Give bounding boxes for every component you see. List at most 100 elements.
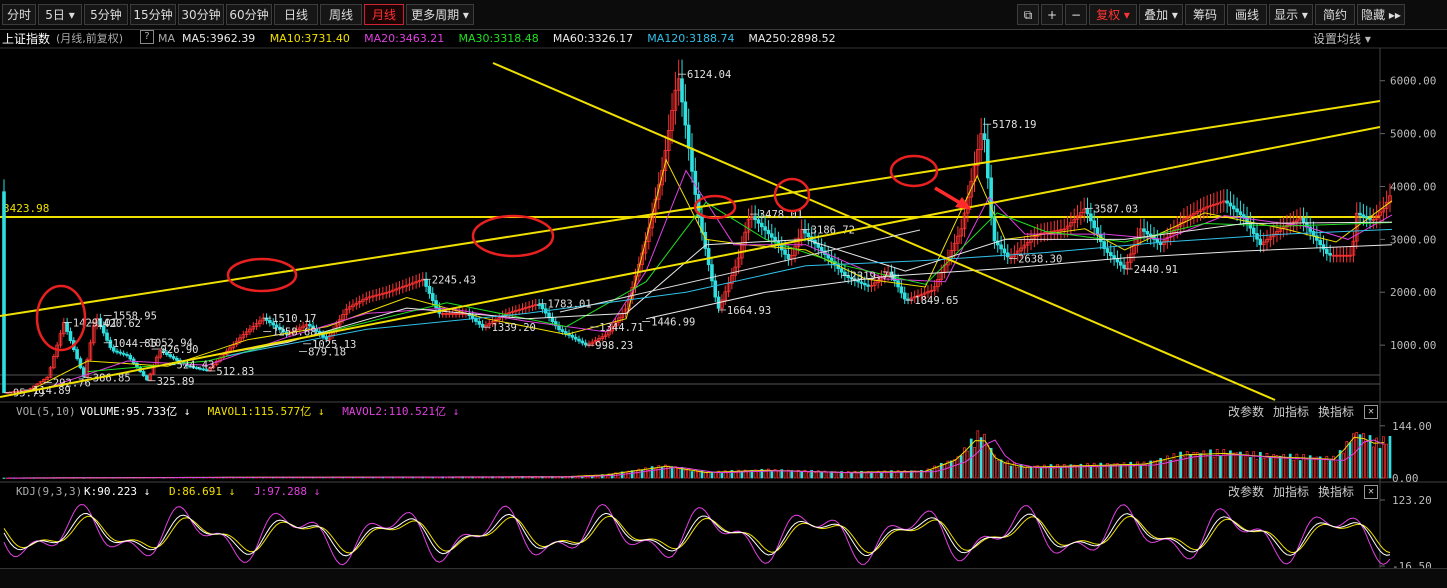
volume-bar xyxy=(1199,453,1202,479)
candle-body xyxy=(899,286,904,294)
volume-bar xyxy=(1352,433,1355,479)
volume-bar xyxy=(1335,461,1339,479)
candle-body xyxy=(763,226,767,231)
volume-bar xyxy=(820,471,823,479)
vol-add-indicator-button[interactable]: 加指标 xyxy=(1273,404,1309,420)
candle-body xyxy=(477,321,482,325)
volume-bar xyxy=(1249,457,1252,479)
kdj-close-icon[interactable]: ✕ xyxy=(1364,485,1378,499)
candle-body xyxy=(470,315,475,319)
price-annotation: 2319.74 xyxy=(851,270,895,282)
candle-body xyxy=(686,124,691,149)
candle-body xyxy=(902,292,907,300)
volume-panel-bar: VOL(5,10) VOLUME:95.733亿 ↓ MAVOL1:115.577… xyxy=(0,404,1447,420)
volume-bar xyxy=(949,460,953,479)
kdj-items-item-1: D:86.691 ↓ xyxy=(169,485,236,498)
vol-tick-label: 144.00 xyxy=(1392,420,1432,433)
candle-body xyxy=(839,268,844,273)
volume-bar xyxy=(1285,457,1289,479)
volume-bar xyxy=(1315,456,1319,479)
y-tick-label: 1000.00 xyxy=(1390,339,1436,352)
price-annotation: 1510.17 xyxy=(272,313,316,325)
candle-body xyxy=(1325,248,1329,254)
vol-switch-indicator-button[interactable]: 换指标 xyxy=(1318,404,1354,420)
kdj-items-item-0: K:90.223 ↓ xyxy=(84,485,151,498)
ma-line-1 xyxy=(27,158,1393,393)
volume-bar xyxy=(886,472,890,479)
red-arrow-shaft xyxy=(934,186,963,206)
volume-bar xyxy=(1388,436,1392,479)
candle-body xyxy=(115,350,119,353)
candle-body xyxy=(1145,231,1150,235)
candle-body xyxy=(550,316,555,322)
volume-bar xyxy=(690,471,694,479)
vol-items-item-2: MAVOL2:110.521亿 ↓ xyxy=(342,405,460,418)
candle-body xyxy=(982,133,987,140)
volume-bar xyxy=(1096,466,1099,479)
kdj-change-params-button[interactable]: 改参数 xyxy=(1228,484,1264,500)
volume-bar xyxy=(943,464,946,479)
time-axis-bar xyxy=(0,568,1447,588)
candle-body xyxy=(806,232,811,238)
candle-body xyxy=(434,300,438,309)
candle-body xyxy=(1231,205,1236,210)
candle-body xyxy=(1238,211,1243,216)
volume-bar xyxy=(1119,464,1123,479)
volume-bar xyxy=(1219,456,1222,479)
candle-body xyxy=(1092,220,1096,229)
candle-body xyxy=(783,249,787,255)
volume-bar xyxy=(1385,443,1388,479)
candle-body xyxy=(819,246,824,252)
volume-bar xyxy=(1175,459,1179,479)
volume-bar xyxy=(683,469,687,479)
candle-body xyxy=(1122,264,1126,269)
volume-bar xyxy=(1003,463,1006,479)
reference-line-label: 3423.98 xyxy=(3,202,49,215)
y-tick-label: 6000.00 xyxy=(1390,75,1436,88)
candle-body xyxy=(680,78,684,103)
candle-body xyxy=(769,233,774,238)
volume-bar xyxy=(806,471,810,479)
candle-body xyxy=(803,229,807,234)
volume-bar xyxy=(1145,463,1149,479)
candle-body xyxy=(1318,239,1322,246)
candle-body xyxy=(1228,202,1233,207)
candle-body xyxy=(753,215,757,221)
volume-bar xyxy=(1109,464,1113,479)
volume-bar xyxy=(1358,434,1362,479)
volume-bar xyxy=(1155,459,1159,479)
vol-change-params-button[interactable]: 改参数 xyxy=(1228,404,1264,420)
volume-bar xyxy=(617,473,621,479)
candle-body xyxy=(1241,214,1246,219)
volume-bar xyxy=(1378,448,1382,479)
volume-bar xyxy=(996,460,1000,479)
y-tick-label: 3000.00 xyxy=(1390,233,1436,246)
volume-bar xyxy=(727,472,730,479)
volume-bar xyxy=(697,471,700,479)
candle-body xyxy=(424,278,428,287)
volume-bar xyxy=(800,471,804,479)
volume-bar xyxy=(1298,460,1302,479)
kdj-switch-indicator-button[interactable]: 换指标 xyxy=(1318,484,1354,500)
price-annotation: 1849.65 xyxy=(914,295,958,307)
price-annotation: 879.18 xyxy=(308,347,346,359)
volume-bar xyxy=(959,455,963,479)
kdj-add-indicator-button[interactable]: 加指标 xyxy=(1273,484,1309,500)
candle-body xyxy=(986,139,990,179)
volume-bar xyxy=(1023,467,1026,479)
vol-close-icon[interactable]: ✕ xyxy=(1364,405,1378,419)
volume-bar xyxy=(720,471,724,479)
candle-body xyxy=(560,329,565,332)
candle-body xyxy=(1118,261,1123,266)
candle-body xyxy=(683,101,688,126)
price-annotation: 1420.62 xyxy=(97,318,141,330)
volume-bar xyxy=(1235,452,1239,479)
candle-body xyxy=(1105,248,1110,253)
volume-bar xyxy=(1362,433,1365,479)
volume-bar xyxy=(1082,465,1086,479)
candle-body xyxy=(118,351,123,354)
volume-bar xyxy=(836,471,840,479)
price-annotation: 1783.01 xyxy=(547,299,591,311)
candle-body xyxy=(1361,214,1366,217)
price-annotation: 2245.43 xyxy=(432,274,476,286)
